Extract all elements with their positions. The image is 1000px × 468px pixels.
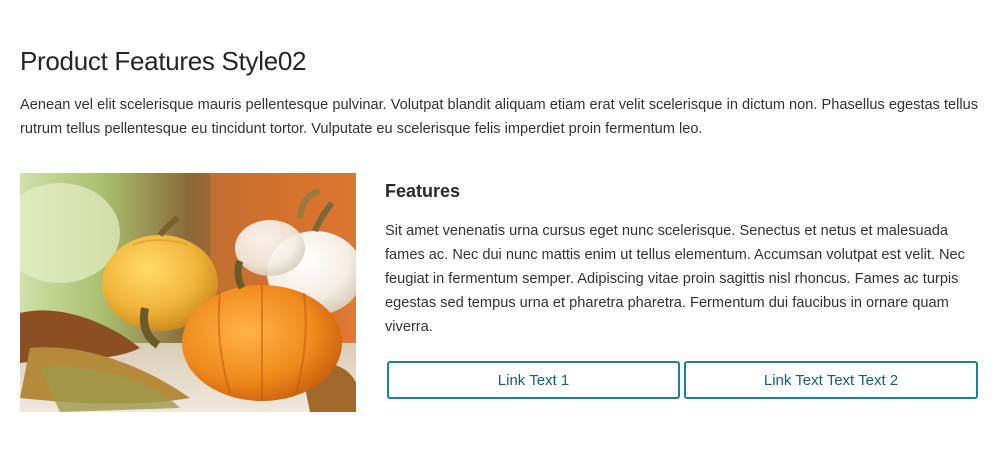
features-description: Sit amet venenatis urna cursus eget nunc… (385, 223, 965, 335)
link-button-2[interactable]: Link Text Text Text 2 (684, 361, 978, 399)
features-heading: Features (385, 181, 461, 201)
page-title: Product Features Style02 (20, 46, 307, 76)
intro-paragraph: Aenean vel elit scelerisque mauris pelle… (20, 97, 979, 137)
pumpkins-image (20, 173, 356, 412)
link-button-1[interactable]: Link Text 1 (387, 361, 680, 399)
